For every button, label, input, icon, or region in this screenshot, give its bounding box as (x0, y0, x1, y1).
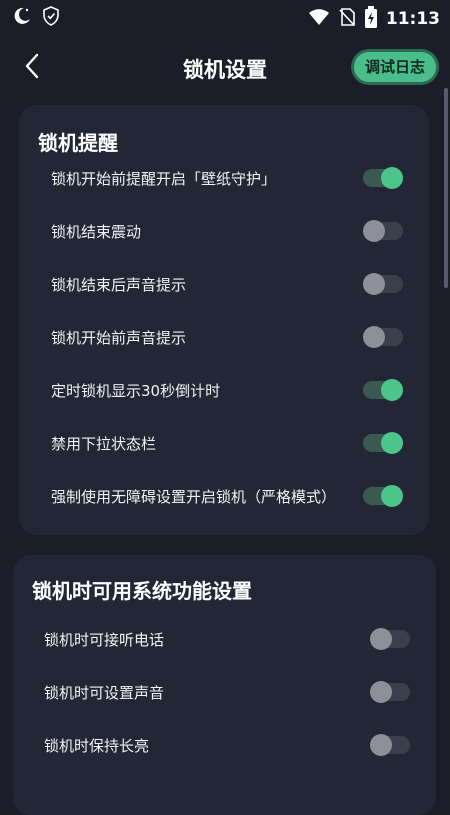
toggle-knob (363, 220, 385, 242)
toggle-switch[interactable] (370, 628, 410, 650)
setting-row-end-sound[interactable]: 锁机结束后声音提示 (19, 264, 429, 304)
status-time: 11:13 (385, 9, 440, 29)
setting-label: 锁机时可设置声音 (44, 684, 165, 702)
setting-row-answer-calls[interactable]: 锁机时可接听电话 (13, 619, 436, 659)
toggle-switch[interactable] (363, 432, 403, 454)
setting-label: 强制使用无障碍设置开启锁机（严格模式） (51, 488, 337, 506)
setting-row-start-sound[interactable]: 锁机开始前声音提示 (19, 317, 429, 357)
toggle-knob (370, 681, 392, 703)
toggle-knob (363, 326, 385, 348)
no-sim-icon (338, 7, 356, 31)
setting-row-set-sound[interactable]: 锁机时可设置声音 (13, 672, 436, 712)
toggle-knob (381, 167, 403, 189)
setting-label: 锁机结束后声音提示 (51, 276, 187, 294)
setting-row-countdown[interactable]: 定时锁机显示30秒倒计时 (19, 370, 429, 410)
status-bar: 11:13 (0, 0, 450, 32)
wifi-icon (308, 7, 330, 31)
setting-label: 锁机时保持长亮 (44, 737, 150, 755)
toggle-knob (370, 734, 392, 756)
battery-charging-icon (364, 6, 378, 32)
scrollbar[interactable] (444, 88, 448, 288)
toggle-knob (363, 273, 385, 295)
status-right-icons: 11:13 (308, 6, 440, 32)
toggle-switch[interactable] (370, 734, 410, 756)
setting-label: 锁机时可接听电话 (44, 631, 165, 649)
lock-reminder-card: 锁机提醒 锁机开始前提醒开启「壁纸守护」 锁机结束震动 锁机结束后声音提示 锁机… (19, 105, 429, 535)
setting-label: 定时锁机显示30秒倒计时 (51, 382, 221, 400)
toggle-switch[interactable] (363, 326, 403, 348)
setting-label: 锁机结束震动 (51, 223, 142, 241)
toggle-knob (381, 485, 403, 507)
setting-row-end-vibrate[interactable]: 锁机结束震动 (19, 211, 429, 251)
toggle-switch[interactable] (363, 379, 403, 401)
shield-icon (42, 6, 60, 30)
toggle-switch[interactable] (363, 220, 403, 242)
setting-row-wallpaper-guard[interactable]: 锁机开始前提醒开启「壁纸守护」 (19, 158, 429, 198)
setting-label: 锁机开始前提醒开启「壁纸守护」 (51, 170, 277, 188)
header: 锁机设置 调试日志 (0, 40, 450, 96)
toggle-knob (381, 379, 403, 401)
moon-icon (12, 6, 32, 30)
debug-log-button[interactable]: 调试日志 (353, 52, 436, 82)
setting-row-keep-screen-on[interactable]: 锁机时保持长亮 (13, 725, 436, 765)
setting-label: 锁机开始前声音提示 (51, 329, 187, 347)
setting-row-disable-status-bar[interactable]: 禁用下拉状态栏 (19, 423, 429, 463)
setting-label: 禁用下拉状态栏 (51, 435, 157, 453)
section-title-system-functions: 锁机时可用系统功能设置 (32, 579, 252, 603)
system-functions-card: 锁机时可用系统功能设置 锁机时可接听电话 锁机时可设置声音 锁机时保持长亮 (13, 555, 436, 815)
section-title-lock-reminder: 锁机提醒 (38, 131, 118, 155)
setting-row-strict-mode[interactable]: 强制使用无障碍设置开启锁机（严格模式） (19, 476, 429, 516)
status-left-icons (12, 6, 60, 30)
toggle-knob (370, 628, 392, 650)
toggle-switch[interactable] (363, 485, 403, 507)
toggle-knob (381, 432, 403, 454)
toggle-switch[interactable] (363, 167, 403, 189)
toggle-switch[interactable] (363, 273, 403, 295)
toggle-switch[interactable] (370, 681, 410, 703)
